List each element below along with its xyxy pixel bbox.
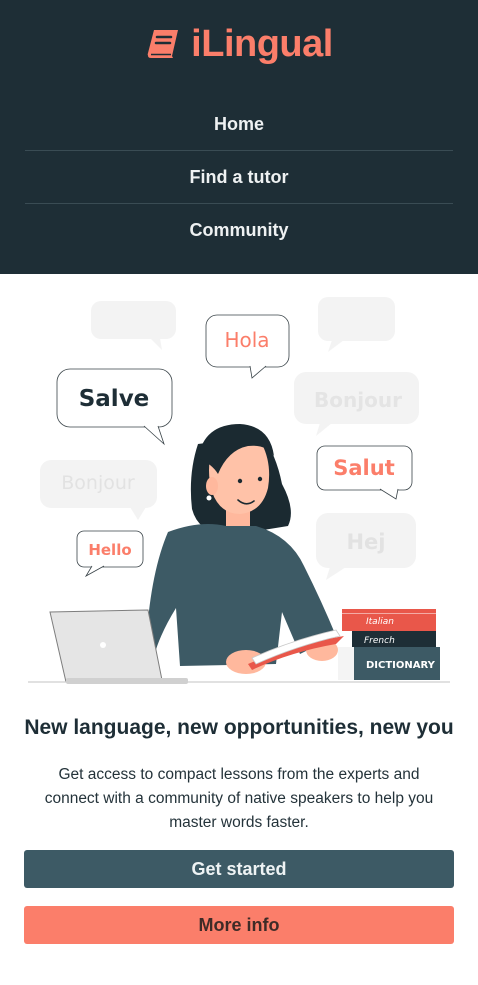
get-started-button[interactable]: Get started [24, 850, 454, 888]
bubble-hello-text: Hello [88, 541, 131, 559]
book-stack-illustration: Italian French DICTIONARY [338, 609, 440, 680]
brand-logo[interactable]: iLingual [0, 18, 478, 70]
hero-description: Get access to compact lessons from the e… [44, 766, 434, 831]
brand-name: iLingual [191, 23, 333, 65]
nav-home[interactable]: Home [25, 98, 453, 150]
hero-headline: New language, new opportunities, new you [24, 716, 454, 739]
speech-bubble-salve: Salve [56, 368, 173, 446]
speech-bubble-hej: Hej [316, 513, 416, 580]
woman-illustration [146, 424, 338, 674]
bubble-salve-text: Salve [79, 386, 150, 412]
book-icon [145, 27, 181, 61]
nav-find-a-tutor[interactable]: Find a tutor [25, 151, 453, 203]
more-info-button[interactable]: More info [24, 906, 454, 944]
bubble-bonjour-right-text: Bonjour [314, 388, 402, 412]
bubble-bonjour-left-text: Bonjour [61, 472, 135, 494]
book-french-label: French [364, 636, 395, 646]
speech-bubble-hello: Hello [76, 530, 144, 578]
main-nav: Home Find a tutor Community [25, 98, 453, 256]
hero-illustration: Hola Salve Bonjour Salut Bonjour Hej Hel… [0, 274, 478, 694]
empty-speech-bubble [318, 297, 395, 352]
speech-bubble-hola: Hola [205, 314, 290, 379]
speech-bubble-bonjour-right: Bonjour [294, 372, 419, 436]
speech-bubble-bonjour-left: Bonjour [40, 460, 157, 520]
speech-bubble-salut: Salut [316, 445, 413, 500]
book-dictionary-label: DICTIONARY [366, 660, 436, 671]
site-header: iLingual Home Find a tutor Community [0, 0, 478, 274]
nav-community[interactable]: Community [25, 204, 453, 256]
book-italian-label: Italian [366, 617, 394, 627]
bubble-hola-text: Hola [224, 328, 269, 352]
empty-speech-bubble [91, 301, 176, 350]
bubble-salut-text: Salut [333, 456, 394, 480]
bubble-hej-text: Hej [346, 530, 385, 554]
